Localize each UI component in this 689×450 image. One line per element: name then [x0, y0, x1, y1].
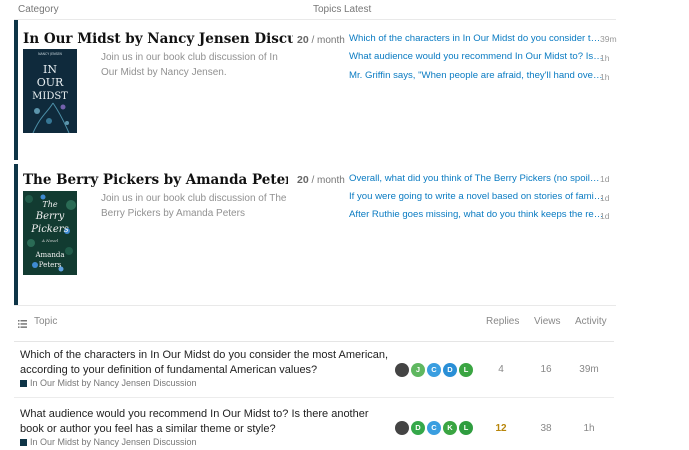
latest-topic-link[interactable]: After Ruthie goes missing, what do you t…	[349, 209, 604, 220]
avatar[interactable]: J	[411, 363, 425, 377]
book-cover-berry-pickers[interactable]: The Berry Pickers A Novel Amanda Peters	[23, 191, 77, 275]
topic-category-badge[interactable]: In Our Midst by Nancy Jensen Discussion	[20, 437, 197, 447]
topic-title-link[interactable]: Which of the characters in In Our Midst …	[20, 348, 390, 378]
topics-unit: / month	[311, 35, 345, 46]
category-color-bar	[14, 164, 18, 306]
latest-topic-age: 39m	[600, 34, 617, 44]
topic-category-name: In Our Midst by Nancy Jensen Discussion	[30, 378, 197, 388]
category-description: Join us in our book club discussion of T…	[101, 193, 287, 219]
latest-topic-age: 1d	[600, 174, 610, 184]
cover-word-1: The	[42, 200, 57, 209]
cover-author: NANCY JENSEN	[38, 52, 62, 56]
topic-header-divider	[14, 341, 614, 342]
avatar[interactable]	[395, 363, 409, 377]
latest-topic-link[interactable]: Which of the characters in In Our Midst …	[349, 33, 604, 44]
cover-word-2: Berry	[35, 211, 65, 222]
list-icon	[18, 319, 27, 328]
category-title[interactable]: In Our Midst by Nancy Jensen Discussion	[23, 31, 293, 47]
topic-category-badge[interactable]: In Our Midst by Nancy Jensen Discussion	[20, 378, 197, 388]
cover-subtitle: A Novel	[41, 238, 59, 243]
latest-topic-age: 1d	[600, 211, 610, 221]
category-row-in-our-midst: In Our Midst by Nancy Jensen Discussion …	[14, 20, 617, 160]
category-title[interactable]: The Berry Pickers by Amanda Peters Discu…	[23, 172, 288, 188]
topic-posters: D C K L	[395, 421, 475, 435]
category-description: Join us in our book club discussion of I…	[101, 52, 278, 78]
topics-column-header[interactable]: Topics	[313, 0, 341, 19]
book-cover-in-our-midst[interactable]: NANCY JENSEN IN OUR MIDST	[23, 49, 77, 133]
latest-topic-age: 1h	[600, 72, 610, 82]
cover-word-3: Pickers	[30, 224, 68, 235]
views-count: 38	[540, 423, 552, 434]
latest-topic-link[interactable]: If you were going to write a novel based…	[349, 191, 604, 202]
latest-topic-age: 1h	[600, 53, 610, 63]
topic-column-header[interactable]: Topic	[34, 316, 57, 327]
replies-count[interactable]: 4	[481, 364, 521, 375]
latest-column-header[interactable]: Latest	[344, 0, 371, 19]
topics-per-month: 20 / month	[297, 34, 353, 46]
avatar[interactable]: C	[427, 421, 441, 435]
row-divider	[14, 397, 614, 398]
cover-word-3: MIDST	[32, 91, 68, 102]
replies-column-header[interactable]: Replies	[486, 316, 519, 327]
category-row-berry-pickers: The Berry Pickers by Amanda Peters Discu…	[14, 164, 616, 306]
latest-topic-link[interactable]: What audience would you recommend In Our…	[349, 51, 604, 62]
topics-unit: / month	[311, 175, 345, 186]
category-square-icon	[20, 438, 27, 446]
latest-topic-age: 1d	[600, 193, 610, 203]
topics-count: 20	[297, 34, 309, 46]
avatar[interactable]: D	[411, 421, 425, 435]
category-list-bottom	[14, 305, 616, 306]
views-count: 16	[540, 364, 552, 375]
latest-topic-link[interactable]: Overall, what did you think of The Berry…	[349, 173, 604, 184]
avatar[interactable]: L	[459, 421, 473, 435]
cover-word-1: IN	[43, 63, 57, 76]
replies-count[interactable]: 12	[481, 423, 521, 434]
topic-category-name: In Our Midst by Nancy Jensen Discussion	[30, 437, 197, 447]
activity-age[interactable]: 1h	[569, 423, 609, 434]
cover-author-1: Amanda	[34, 251, 64, 259]
cover-author-2: Peters	[39, 261, 62, 269]
category-color-bar	[14, 20, 18, 160]
topics-count: 20	[297, 174, 309, 186]
avatar[interactable]: C	[427, 363, 441, 377]
avatar[interactable]	[395, 421, 409, 435]
latest-topic-link[interactable]: Mr. Griffin says, "When people are afrai…	[349, 70, 604, 81]
avatar[interactable]: L	[459, 363, 473, 377]
views-column-header[interactable]: Views	[534, 316, 561, 327]
activity-column-header[interactable]: Activity	[575, 316, 607, 327]
topic-title-link[interactable]: What audience would you recommend In Our…	[20, 407, 390, 437]
activity-age[interactable]: 39m	[569, 364, 609, 375]
topic-posters: J C D L	[395, 363, 475, 377]
topics-per-month: 20 / month	[297, 174, 353, 186]
cover-word-2: OUR	[37, 76, 64, 89]
avatar[interactable]: K	[443, 421, 457, 435]
avatar[interactable]: D	[443, 363, 457, 377]
category-square-icon	[20, 379, 27, 387]
category-column-header[interactable]: Category	[18, 0, 59, 19]
